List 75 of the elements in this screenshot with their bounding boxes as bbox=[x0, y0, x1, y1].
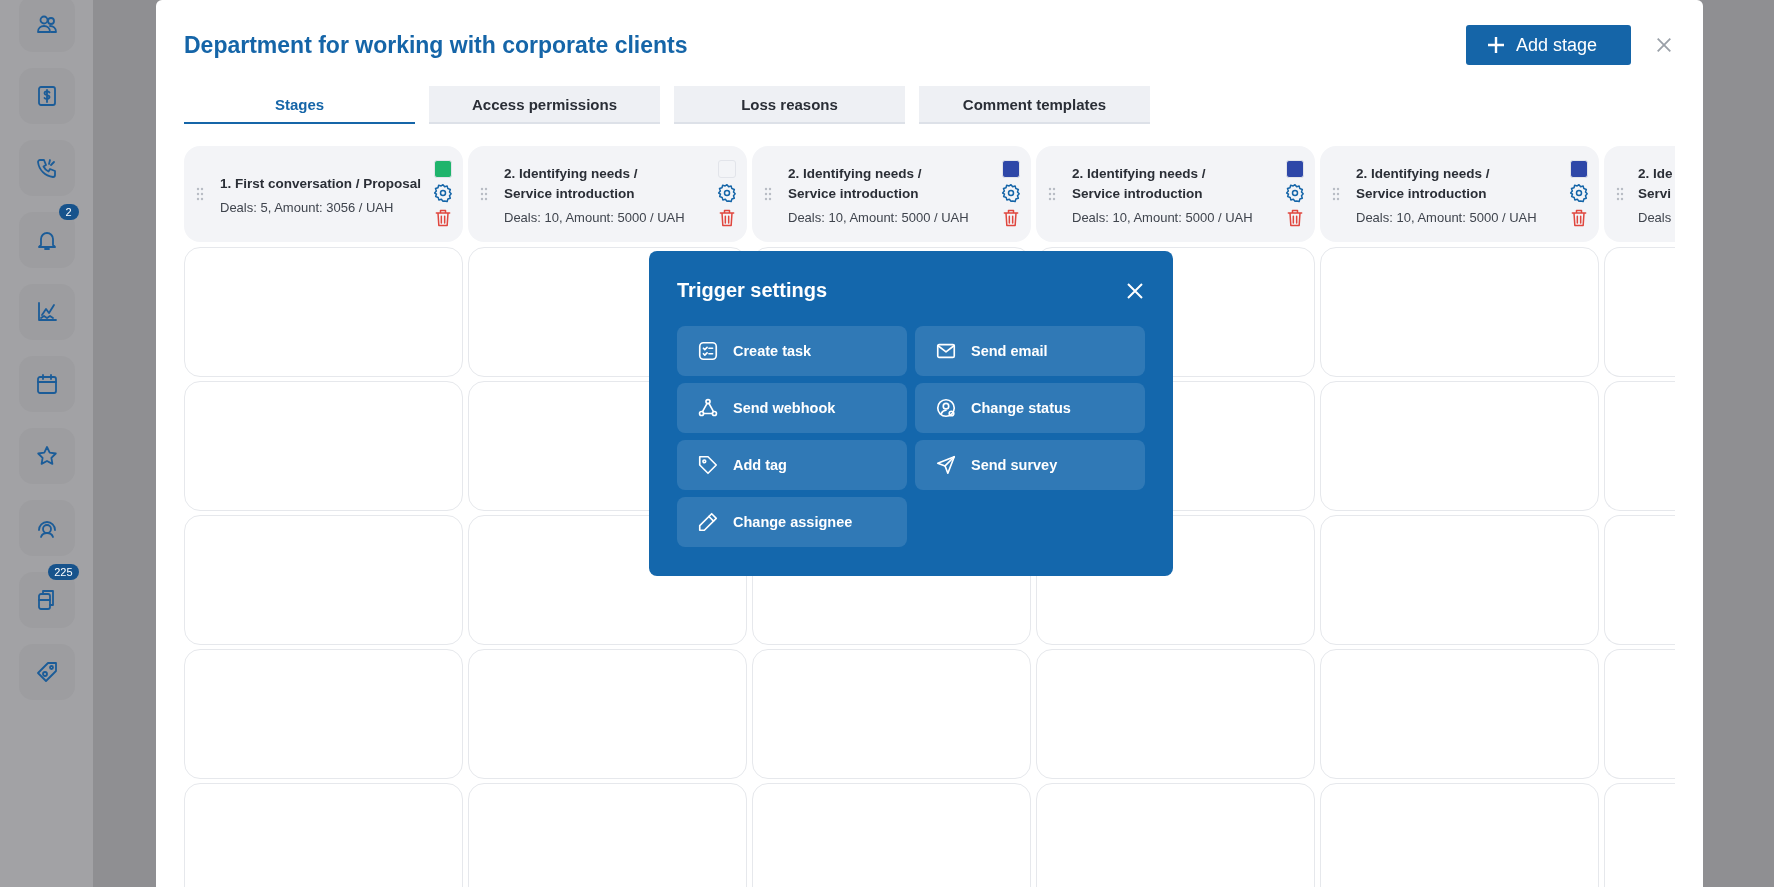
stage-card[interactable]: 2. Identifying needs / Service introduction Deals: 10, Amount: 5000 / UAH bbox=[752, 146, 1031, 242]
calendar-icon bbox=[34, 372, 59, 396]
tab[interactable]: Access permissions bbox=[429, 86, 660, 124]
drag-handle-icon[interactable] bbox=[196, 187, 204, 201]
trigger-action-button[interactable]: Create task bbox=[677, 326, 907, 376]
stage-summary: Deals: 5, Amount: 3056 / UAH bbox=[220, 199, 395, 215]
color-swatch[interactable] bbox=[1286, 160, 1304, 178]
notification-badge: 225 bbox=[48, 564, 79, 580]
close-icon bbox=[1125, 280, 1145, 301]
trash-icon[interactable] bbox=[1285, 208, 1305, 228]
stage-summary: Deals: 10, Amount: 5000 / UAH bbox=[1356, 209, 1538, 225]
settings-icon[interactable] bbox=[1001, 183, 1021, 203]
stage-card[interactable]: 2. Identifying needs / Service introduction Deals: 10, Amount: 5000 / UAH bbox=[1320, 146, 1599, 242]
color-swatch[interactable] bbox=[1570, 160, 1588, 178]
sidebar-button[interactable] bbox=[18, 356, 75, 412]
tab[interactable]: Comment templates bbox=[919, 86, 1150, 124]
trash-icon[interactable] bbox=[1569, 208, 1589, 228]
stage-summary: Deals: 10, Amount: 5000 / UAH bbox=[1072, 209, 1254, 225]
popup-title: Trigger settings bbox=[677, 279, 828, 302]
webhook-icon bbox=[697, 397, 719, 419]
stage-card[interactable]: 1. First conversation / Proposal Deals: 5, Amount: 3056 / UAH bbox=[184, 146, 463, 242]
stage-title: 2. Identifying needs / Service introduction bbox=[1072, 164, 1207, 203]
sidebar-button[interactable] bbox=[18, 428, 75, 484]
trigger-action-button[interactable]: Add tag bbox=[677, 440, 907, 490]
user-circle-icon bbox=[935, 397, 957, 419]
sidebar-button[interactable] bbox=[18, 68, 75, 124]
trigger-action-button[interactable]: Change status bbox=[915, 383, 1145, 433]
trigger-action-button[interactable]: Change assignee bbox=[677, 497, 907, 547]
sidebar-button[interactable] bbox=[18, 0, 75, 52]
checklist-icon bbox=[697, 340, 719, 362]
trash-icon[interactable] bbox=[433, 208, 453, 228]
paper-plane-icon bbox=[935, 454, 957, 476]
trigger-action-button[interactable]: Send email bbox=[915, 326, 1145, 376]
add-stage-button[interactable]: Add stage bbox=[1465, 25, 1631, 65]
stage-summary: Deals: 10, Amount: 5000 / UAH bbox=[504, 209, 686, 225]
settings-icon[interactable] bbox=[717, 183, 737, 203]
stage-title: 2. Identifying needs / Service introduction bbox=[1356, 164, 1491, 203]
trigger-action-button[interactable]: Send webhook bbox=[677, 383, 907, 433]
sidebar-button[interactable] bbox=[18, 500, 75, 556]
phone-icon bbox=[34, 156, 59, 180]
dialog-title: Department for working with corporate clients bbox=[184, 31, 689, 59]
stage-title: 2. Ide Servi bbox=[1638, 164, 1674, 203]
drag-handle-icon[interactable] bbox=[1616, 187, 1624, 201]
color-swatch[interactable] bbox=[1002, 160, 1020, 178]
tag-icon bbox=[697, 454, 719, 476]
sidebar-button[interactable] bbox=[18, 644, 75, 700]
settings-icon[interactable] bbox=[433, 183, 453, 203]
drag-handle-icon[interactable] bbox=[480, 187, 488, 201]
settings-icon[interactable] bbox=[1569, 183, 1589, 203]
stage-summary: Deals: 10, Amount: 5000 / UAH bbox=[788, 209, 970, 225]
plus-icon bbox=[1485, 35, 1506, 55]
sidebar-button[interactable] bbox=[18, 284, 75, 340]
pencil-icon bbox=[697, 511, 719, 533]
trigger-action-button[interactable]: Send survey bbox=[915, 440, 1145, 490]
drag-handle-icon[interactable] bbox=[1332, 187, 1340, 201]
tag-icon bbox=[34, 660, 59, 684]
stage-title: 2. Identifying needs / Service introduction bbox=[788, 164, 923, 203]
stage-card[interactable]: 2. Ide Servi Deals bbox=[1604, 146, 1675, 242]
stage-title: 2. Identifying needs / Service introduction bbox=[504, 164, 639, 203]
notification-badge: 2 bbox=[58, 204, 79, 220]
stage-title: 1. First conversation / Proposal bbox=[220, 174, 423, 193]
stage-card[interactable]: 2. Identifying needs / Service introduction Deals: 10, Amount: 5000 / UAH bbox=[1036, 146, 1315, 242]
close-icon bbox=[1655, 36, 1673, 54]
close-button[interactable] bbox=[1125, 280, 1145, 301]
trash-icon[interactable] bbox=[1001, 208, 1021, 228]
drag-handle-icon[interactable] bbox=[764, 187, 772, 201]
star-icon bbox=[34, 444, 59, 468]
drag-handle-icon[interactable] bbox=[1048, 187, 1056, 201]
trash-icon[interactable] bbox=[717, 208, 737, 228]
stage-summary: Deals bbox=[1638, 209, 1673, 225]
settings-icon[interactable] bbox=[1285, 183, 1305, 203]
tab[interactable]: Loss reasons bbox=[674, 86, 905, 124]
stage-card[interactable]: 2. Identifying needs / Service introduction Deals: 10, Amount: 5000 / UAH bbox=[468, 146, 747, 242]
sidebar-button[interactable] bbox=[18, 140, 75, 196]
color-swatch[interactable] bbox=[434, 160, 452, 178]
